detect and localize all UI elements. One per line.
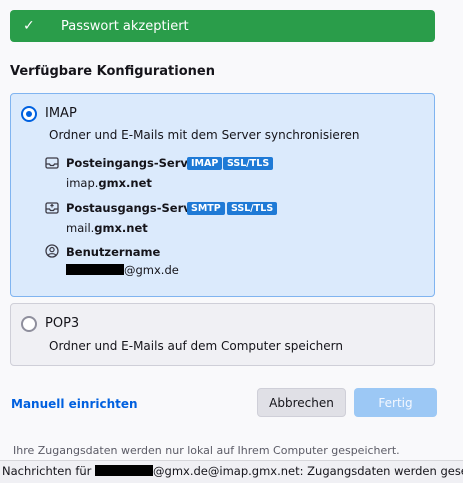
success-banner: ✓ Passwort akzeptiert xyxy=(10,10,435,42)
check-icon: ✓ xyxy=(23,18,35,34)
imap-description: Ordner und E-Mails mit dem Server synchr… xyxy=(49,128,360,142)
cancel-button[interactable]: Abbrechen xyxy=(257,388,346,417)
outgoing-protocol-badge: SMTP xyxy=(187,202,225,215)
outbox-tray-icon xyxy=(45,202,59,214)
pop3-label: POP3 xyxy=(45,316,80,331)
pop3-radio[interactable] xyxy=(21,316,37,332)
manual-setup-link[interactable]: Manuell einrichten xyxy=(11,397,138,411)
imap-radio[interactable] xyxy=(21,106,37,122)
privacy-footnote: Ihre Zugangsdaten werden nur lokal auf I… xyxy=(13,444,400,457)
user-icon xyxy=(45,244,59,258)
status-prefix: Nachrichten für xyxy=(2,464,96,478)
status-bar: Nachrichten für @gmx.de@imap.gmx.net: Zu… xyxy=(0,460,463,483)
username-value: @gmx.de xyxy=(66,263,179,277)
redacted-username xyxy=(66,264,124,275)
inbox-tray-icon xyxy=(45,157,59,169)
pop3-description: Ordner und E-Mails auf dem Computer spei… xyxy=(49,339,343,353)
outgoing-server-label: Postausgangs-Server xyxy=(66,201,205,215)
banner-text: Passwort akzeptiert xyxy=(61,18,189,34)
section-title: Verfügbare Konfigurationen xyxy=(10,64,215,79)
username-label: Benutzername xyxy=(66,245,161,259)
done-button[interactable]: Fertig xyxy=(354,388,437,417)
incoming-protocol-badge: IMAP xyxy=(187,157,223,170)
imap-option-card[interactable]: IMAP Ordner und E-Mails mit dem Server s… xyxy=(10,93,435,297)
pop3-option-card[interactable]: POP3 Ordner und E-Mails auf dem Computer… xyxy=(10,303,435,366)
status-suffix: @gmx.de@imap.gmx.net: Zugangsdaten werde… xyxy=(153,464,463,478)
imap-label: IMAP xyxy=(45,106,77,121)
redacted-account xyxy=(95,465,154,476)
outgoing-host: mail.gmx.net xyxy=(66,221,148,235)
incoming-server-label: Posteingangs-Server xyxy=(66,156,202,170)
incoming-security-badge: SSL/TLS xyxy=(223,157,274,170)
incoming-host: imap.gmx.net xyxy=(66,176,152,190)
outgoing-security-badge: SSL/TLS xyxy=(227,202,278,215)
